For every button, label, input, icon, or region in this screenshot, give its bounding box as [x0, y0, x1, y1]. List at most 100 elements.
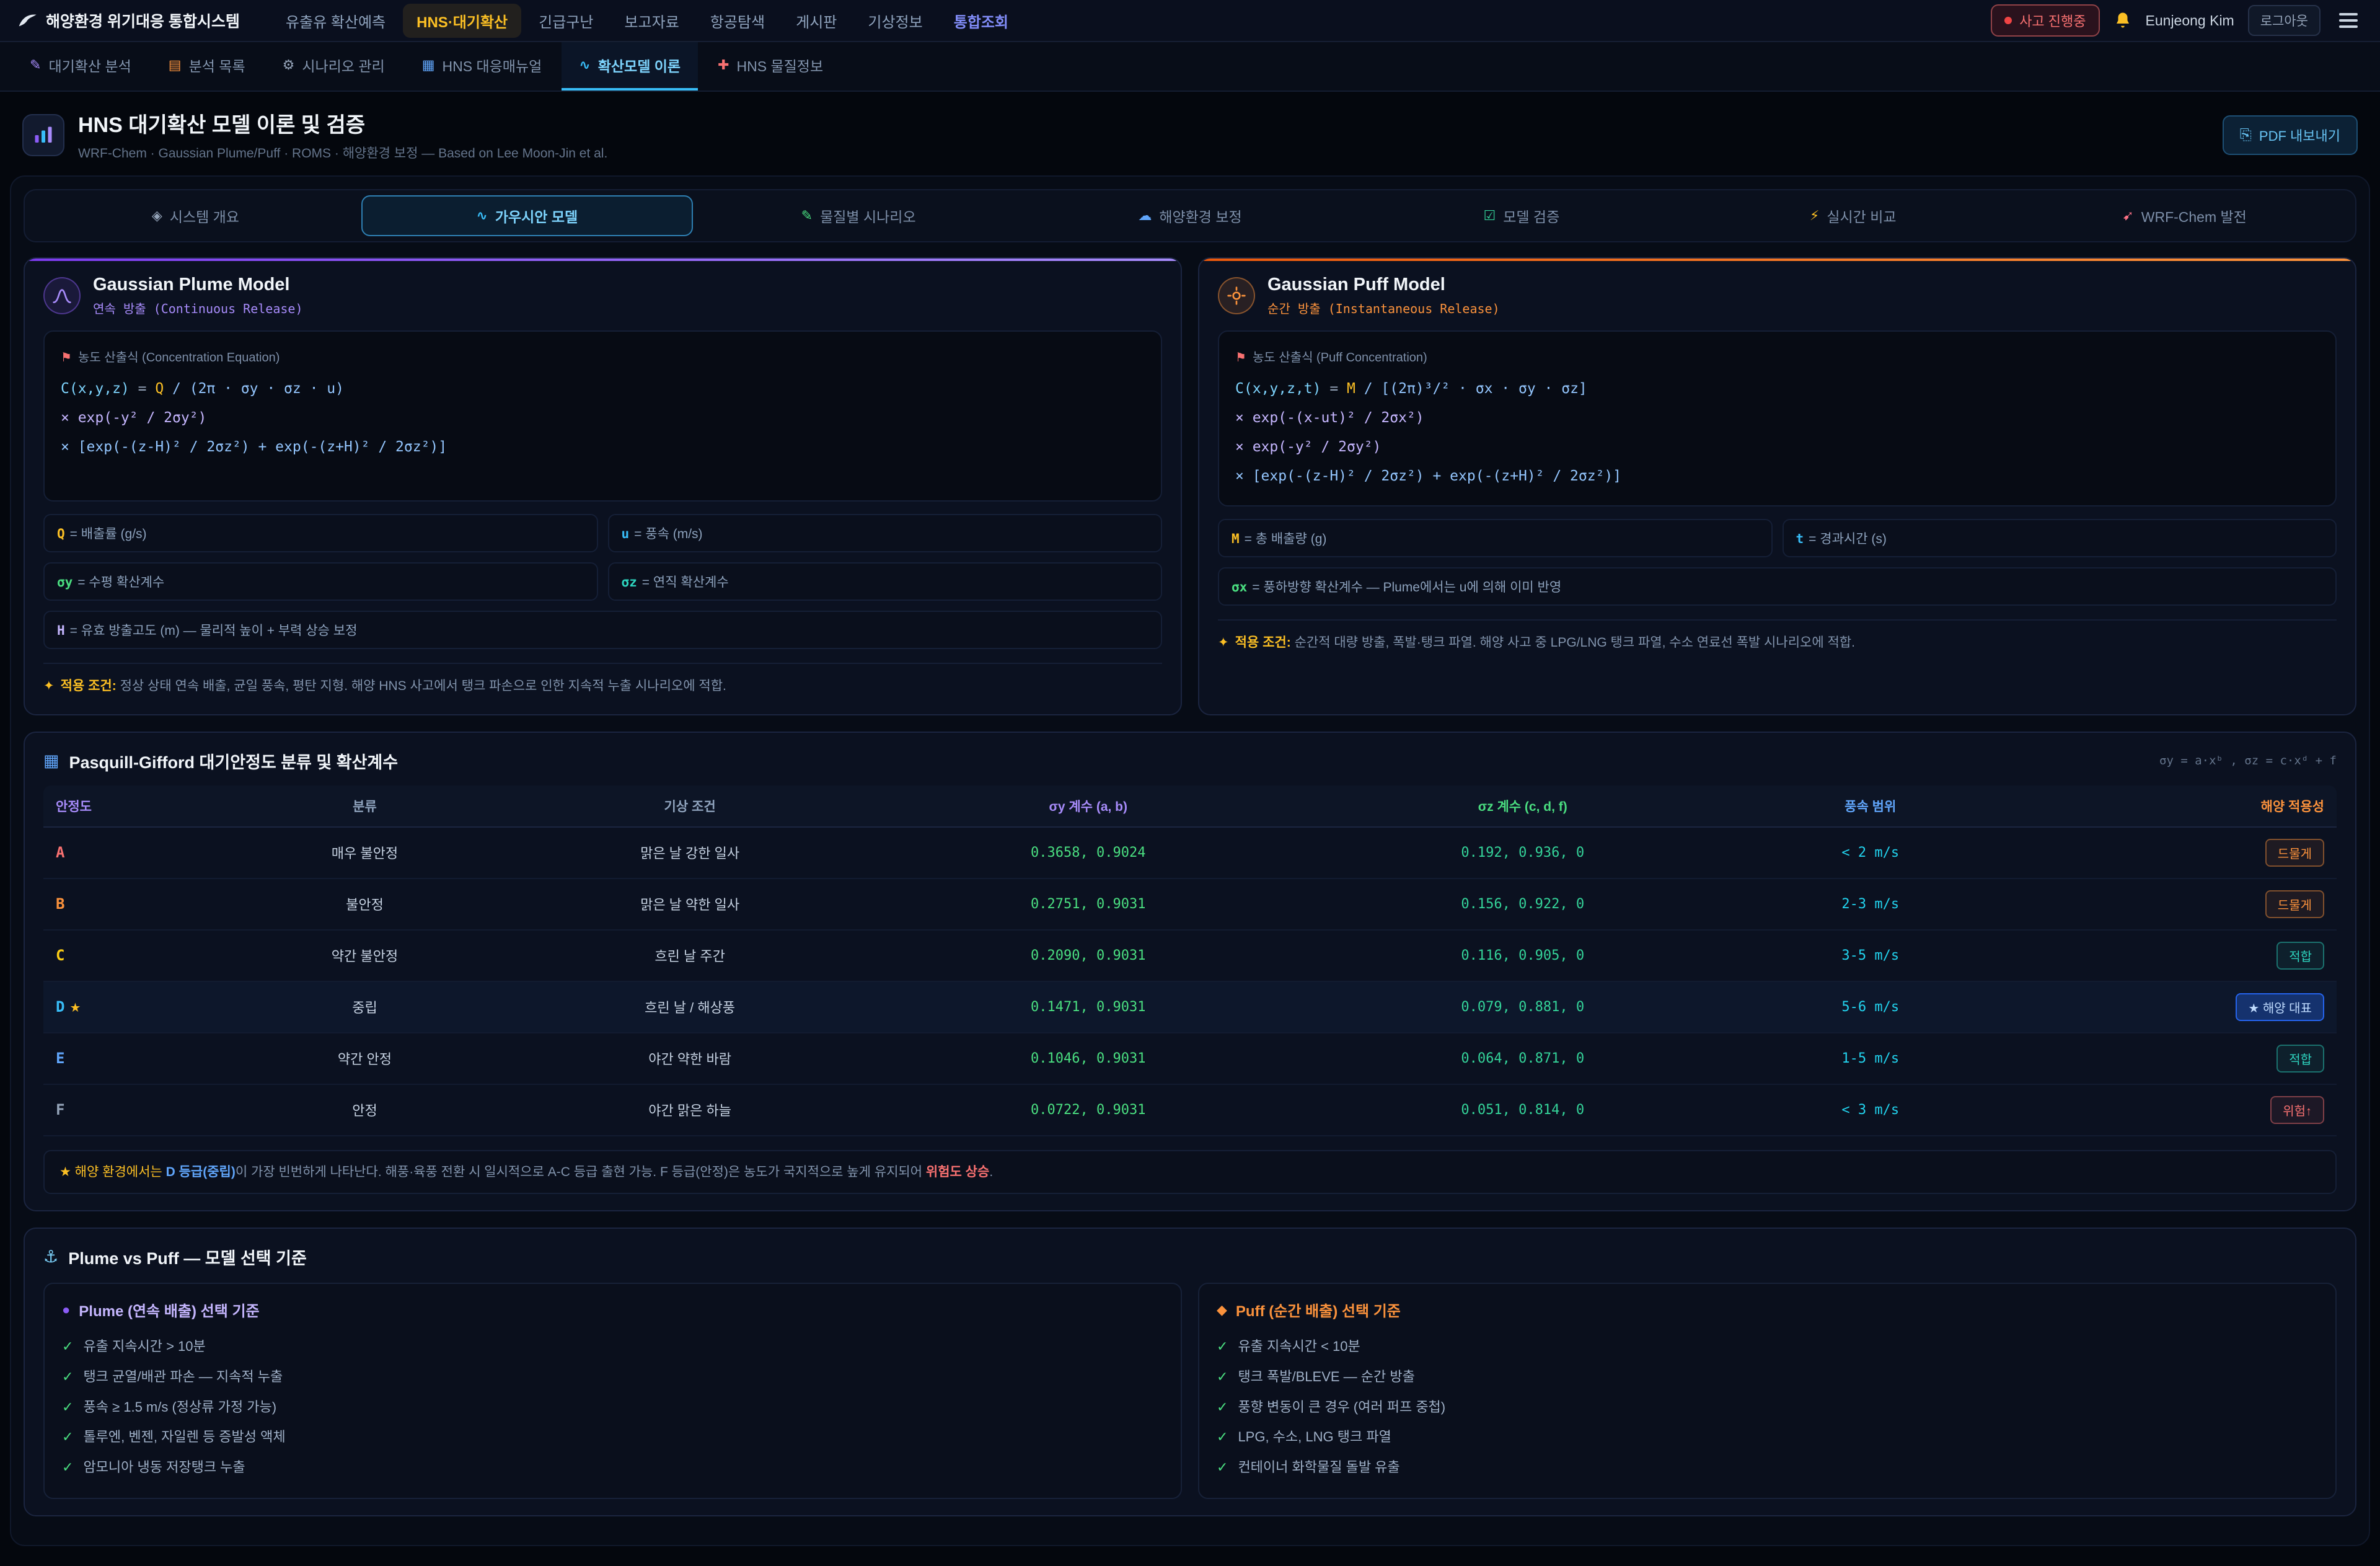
notification-bell-icon[interactable]: [2113, 11, 2132, 30]
tab-model-validation[interactable]: ☑ 모델 검증: [1355, 195, 1687, 236]
tab-wrf-chem[interactable]: ➹ WRF-Chem 발전: [2019, 195, 2350, 236]
sub-navigation: ✎ 대기확산 분석 ▤ 분석 목록 ⚙ 시나리오 관리 ▦ HNS 대응매뉴얼 …: [0, 42, 2380, 92]
nav-item-board[interactable]: 게시판: [782, 4, 850, 38]
gaussian-puff-card: Gaussian Puff Model 순간 방출 (Instantaneous…: [1198, 257, 2356, 715]
check-icon: ✓: [62, 1458, 73, 1477]
lightning-icon: ⚡: [1810, 208, 1819, 224]
tab-gaussian-model[interactable]: ∿ 가우시안 모델: [361, 195, 693, 236]
plume-equation-line-1: C(x,y,z) = Q / (2π · σy · σz · u): [61, 374, 1145, 404]
tab-system-overview[interactable]: ◈ 시스템 개요: [30, 195, 361, 236]
check-icon: ✓: [62, 1368, 73, 1387]
puff-application-note: ✦적용 조건: 순간적 대량 방출, 폭발·탱크 파열. 해양 사고 중 LPG…: [1218, 619, 2337, 653]
param-m: M= 총 배출량 (g): [1218, 519, 1773, 557]
nav-item-hns-air-diffusion[interactable]: HNS·대기확산: [403, 4, 521, 38]
incident-dot-icon: [2004, 17, 2012, 24]
book-icon: ▦: [422, 57, 435, 73]
incident-label: 사고 진행중: [2019, 11, 2086, 30]
plume-application-note: ✦적용 조건: 정상 상태 연속 배출, 균일 풍속, 평탄 지형. 해양 HN…: [43, 663, 1162, 697]
nav-right-area: 사고 진행중 Eunjeong Kim 로그아웃: [1991, 4, 2363, 37]
plume-subtitle: 연속 방출 (Continuous Release): [93, 299, 303, 317]
check-icon: ✓: [1217, 1458, 1228, 1477]
star-icon: ★: [69, 1001, 81, 1015]
table-row: E 약간 안정 야간 약한 바람 0.1046, 0.9031 0.064, 0…: [43, 1033, 2337, 1084]
logout-button[interactable]: 로그아웃: [2248, 5, 2320, 36]
menu-icon[interactable]: [2334, 8, 2363, 33]
stability-table-panel: ▦ Pasquill-Gifford 대기안정도 분류 및 확산계수 σy = …: [24, 732, 2356, 1212]
purple-circle-icon: ●: [62, 1302, 70, 1318]
subnav-air-analysis[interactable]: ✎ 대기확산 분석: [12, 42, 149, 91]
status-badge: ★ 해양 대표: [2236, 993, 2324, 1021]
plume-curve-icon: [43, 277, 81, 314]
nav-item-integrated-search[interactable]: 통합조회: [940, 4, 1022, 38]
user-name: Eunjeong Kim: [2146, 12, 2234, 29]
col-wind: 풍속 범위: [1746, 785, 1994, 827]
page-title: HNS 대기확산 모델 이론 및 검증: [78, 108, 607, 138]
tab-marine-correction[interactable]: ☁ 해양환경 보정: [1025, 195, 1356, 236]
subnav-model-theory[interactable]: ∿ 확산모델 이론: [562, 42, 698, 91]
plume-equation-line-3: × [exp(-(z-H)² / 2σz²) + exp(-(z+H)² / 2…: [61, 433, 1145, 462]
incident-status-badge: 사고 진행중: [1991, 4, 2099, 37]
table-footnote: ★ 해양 환경에서는 D 등급(중립)이 가장 빈번하게 나타난다. 해풍·육풍…: [43, 1150, 2337, 1195]
nav-item-emergency-rescue[interactable]: 긴급구난: [525, 4, 607, 38]
puff-criteria-card: ◆ Puff (순간 배출) 선택 기준 ✓유출 지속시간 < 10분 ✓탱크 …: [1198, 1283, 2337, 1499]
section-tabbar: ◈ 시스템 개요 ∿ 가우시안 모델 ✎ 물질별 시나리오 ☁ 해양환경 보정 …: [24, 189, 2356, 242]
rocket-icon: ➹: [2122, 208, 2133, 224]
list-item: ✓LPG, 수소, LNG 탱크 파열: [1217, 1422, 2318, 1453]
app-brand: 해양환경 위기대응 통합시스템: [17, 9, 240, 32]
param-u: u= 풍속 (m/s): [608, 514, 1163, 552]
nav-item-oil-diffusion[interactable]: 유출유 확산예측: [272, 4, 399, 38]
nav-item-aerial-search[interactable]: 항공탐색: [697, 4, 778, 38]
puff-equation-block: ⚑ 농도 산출식 (Puff Concentration) C(x,y,z,t)…: [1218, 330, 2337, 507]
puff-parameters: M= 총 배출량 (g) t= 경과시간 (s) σx= 풍하방향 확산계수 —…: [1218, 519, 2337, 606]
param-sigma-y: σy= 수평 확산계수: [43, 562, 598, 601]
puff-subtitle: 순간 방출 (Instantaneous Release): [1267, 299, 1500, 317]
overview-icon: ◈: [152, 208, 162, 224]
pencil-icon: ✎: [30, 57, 41, 73]
status-badge: 적합: [2276, 1045, 2324, 1073]
sigma-formula: σy = a·xᵇ , σz = c·xᵈ + f: [2159, 754, 2337, 768]
flask-icon: ✚: [718, 57, 729, 73]
nav-item-reports[interactable]: 보고자료: [610, 4, 692, 38]
status-badge: 드물게: [2265, 839, 2324, 867]
subnav-hns-manual[interactable]: ▦ HNS 대응매뉴얼: [405, 42, 560, 91]
status-badge: 드물게: [2265, 890, 2324, 918]
list-item: ✓톨루엔, 벤젠, 자일렌 등 증발성 액체: [62, 1422, 1163, 1453]
list-item: ✓탱크 균열/배관 파손 — 지속적 누출: [62, 1362, 1163, 1392]
col-class: 분류: [227, 785, 503, 827]
col-sigma-y: σy 계수 (a, b): [877, 785, 1299, 827]
subnav-scenario-management[interactable]: ⚙ 시나리오 관리: [265, 42, 402, 91]
anchor-icon: ⚓: [43, 1247, 58, 1267]
top-navigation: 해양환경 위기대응 통합시스템 유출유 확산예측 HNS·대기확산 긴급구난 보…: [0, 0, 2380, 42]
list-icon: ▤: [169, 57, 182, 73]
table-title: Pasquill-Gifford 대기안정도 분류 및 확산계수: [69, 749, 399, 773]
page: 해양환경 위기대응 통합시스템 유출유 확산예측 HNS·대기확산 긴급구난 보…: [0, 0, 2380, 1546]
subnav-analysis-list[interactable]: ▤ 분석 목록: [151, 42, 263, 91]
param-h: H= 유효 방출고도 (m) — 물리적 높이 + 부력 상승 보정: [43, 611, 1162, 649]
chart-icon: [22, 114, 64, 156]
check-icon: ✓: [1217, 1337, 1228, 1356]
subnav-hns-substance-info[interactable]: ✚ HNS 물질정보: [700, 42, 840, 91]
table-row: C 약간 불안정 흐린 날 주간 0.2090, 0.9031 0.116, 0…: [43, 930, 2337, 981]
col-marine-applicability: 해양 적용성: [1994, 785, 2337, 827]
list-item: ✓컨테이너 화학물질 돌발 유출: [1217, 1453, 2318, 1483]
plume-title: Gaussian Plume Model: [93, 275, 303, 295]
list-item: ✓탱크 폭발/BLEVE — 순간 방출: [1217, 1362, 2318, 1392]
puff-curve-icon: [1218, 277, 1255, 314]
param-t: t= 경과시간 (s): [1783, 519, 2337, 557]
stability-table: 안정도 분류 기상 조건 σy 계수 (a, b) σz 계수 (c, d, f…: [43, 785, 2337, 1136]
check-icon: ✓: [62, 1398, 73, 1417]
status-badge: 적합: [2276, 942, 2324, 970]
app-title: 해양환경 위기대응 통합시스템: [46, 9, 240, 32]
table-icon: ▦: [43, 751, 60, 771]
tip-icon: ✦: [43, 679, 55, 693]
table-row: A 매우 불안정 맑은 날 강한 일사 0.3658, 0.9024 0.192…: [43, 827, 2337, 878]
tab-realtime-comparison[interactable]: ⚡ 실시간 비교: [1687, 195, 2019, 236]
puff-equation-line-1: C(x,y,z,t) = M / [(2π)³/² · σx · σy · σz…: [1235, 374, 2319, 404]
selection-title: Plume vs Puff — 모델 선택 기준: [68, 1245, 307, 1269]
pdf-export-button[interactable]: ⎘ PDF 내보내기: [2223, 115, 2358, 155]
tab-substance-scenario[interactable]: ✎ 물질별 시나리오: [693, 195, 1025, 236]
nav-item-weather-info[interactable]: 기상정보: [854, 4, 936, 38]
tip-icon: ✦: [1218, 635, 1229, 650]
cloud-icon: ☁: [1138, 208, 1152, 224]
col-sigma-z: σz 계수 (c, d, f): [1299, 785, 1746, 827]
